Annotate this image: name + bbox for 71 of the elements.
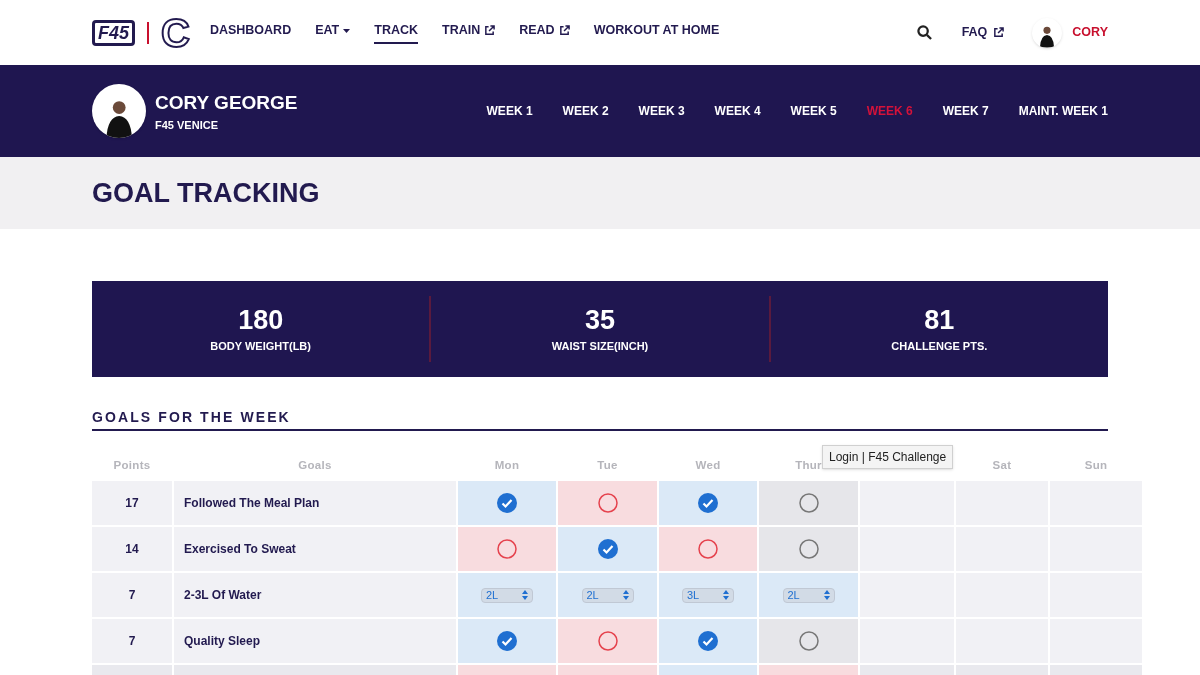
check-circle-icon[interactable] xyxy=(497,493,517,513)
stat-label: WAIST SIZE(INCH) xyxy=(551,338,649,354)
chevron-updown-icon xyxy=(723,590,729,600)
nav-link[interactable]: EAT xyxy=(315,21,351,44)
chevron-updown-icon xyxy=(522,590,528,600)
check-circle-icon[interactable] xyxy=(597,539,618,559)
empty-circle-icon[interactable] xyxy=(698,539,718,559)
profile-name: CORY GEORGE xyxy=(155,90,298,115)
nav-link[interactable]: READ xyxy=(519,21,570,44)
points-cell: 7 xyxy=(92,619,172,663)
stat-label: BODY WEIGHT(LB) xyxy=(210,338,311,354)
select-field[interactable]: 2L xyxy=(782,587,835,603)
column-header: Tue xyxy=(597,458,618,474)
user-name[interactable]: CORY xyxy=(1072,23,1108,42)
external-link-icon xyxy=(558,25,570,36)
select-field[interactable]: 3L xyxy=(682,587,734,603)
points-cell: 7 xyxy=(92,573,172,617)
studio-name: F45 VENICE xyxy=(155,118,219,133)
logo-mark[interactable]: C xyxy=(161,12,190,53)
avatar xyxy=(92,84,146,138)
empty-circle-icon[interactable] xyxy=(597,493,618,513)
external-link-icon xyxy=(484,25,496,36)
column-header: Points xyxy=(113,458,151,474)
empty-circle-icon[interactable] xyxy=(798,631,819,651)
goal-cell: 2-3L Of Water xyxy=(174,573,456,617)
chevron-updown-icon xyxy=(823,590,830,600)
week-tab[interactable]: WEEK 5 xyxy=(790,102,837,120)
column-header: Mon xyxy=(494,458,520,474)
external-link-icon xyxy=(993,27,1005,38)
week-tab[interactable]: WEEK 3 xyxy=(638,102,685,120)
points-cell: 14 xyxy=(92,527,172,571)
column-header: Sat xyxy=(992,458,1012,474)
column-header: Goals xyxy=(298,458,332,474)
check-circle-icon[interactable] xyxy=(698,493,718,513)
column-header: Sun xyxy=(1084,458,1108,474)
nav-link[interactable]: TRACK xyxy=(374,21,418,44)
empty-circle-icon[interactable] xyxy=(798,539,819,559)
page-title: GOAL TRACKING xyxy=(92,176,320,210)
column-header: Wed xyxy=(695,458,721,474)
column-header: Thur xyxy=(795,458,822,474)
nav-link[interactable]: WORKOUT AT HOME xyxy=(593,21,720,44)
empty-circle-icon[interactable] xyxy=(597,631,618,651)
check-circle-icon[interactable] xyxy=(698,631,718,651)
empty-circle-icon[interactable] xyxy=(497,539,517,559)
empty-circle-icon[interactable] xyxy=(798,493,819,513)
chevron-updown-icon xyxy=(622,590,629,600)
goal-cell: Quality Sleep xyxy=(174,619,456,663)
select-field[interactable]: 2L xyxy=(481,587,533,603)
stat-label: CHALLENGE PTS. xyxy=(891,338,988,354)
caret-icon xyxy=(343,28,351,33)
week-tab[interactable]: WEEK 2 xyxy=(562,102,609,120)
section-title: GOALS FOR THE WEEK xyxy=(92,407,1108,431)
nav-link[interactable]: DASHBOARD xyxy=(209,21,292,44)
week-tab[interactable]: WEEK 1 xyxy=(486,102,533,120)
goal-cell: Exercised To Sweat xyxy=(174,527,456,571)
goal-cell: Followed The Meal Plan xyxy=(174,481,456,525)
stat-value: 81 xyxy=(924,303,955,336)
faq-link[interactable]: FAQ xyxy=(961,23,1005,42)
week-tab[interactable]: WEEK 7 xyxy=(942,102,989,120)
search-icon[interactable] xyxy=(916,25,932,40)
avatar xyxy=(1032,17,1063,48)
stat-value: 180 xyxy=(238,303,284,336)
tooltip: Login | F45 Challenge xyxy=(822,445,954,469)
logo[interactable]: F45 xyxy=(92,19,136,46)
points-cell: 17 xyxy=(92,481,172,525)
week-tab[interactable]: WEEK 4 xyxy=(714,102,761,120)
stat-value: 35 xyxy=(584,303,615,336)
nav-link[interactable]: TRAIN xyxy=(442,21,496,44)
select-field[interactable]: 2L xyxy=(581,587,634,603)
week-tab[interactable]: MAINT. WEEK 1 xyxy=(1018,102,1108,120)
check-circle-icon[interactable] xyxy=(497,631,517,651)
